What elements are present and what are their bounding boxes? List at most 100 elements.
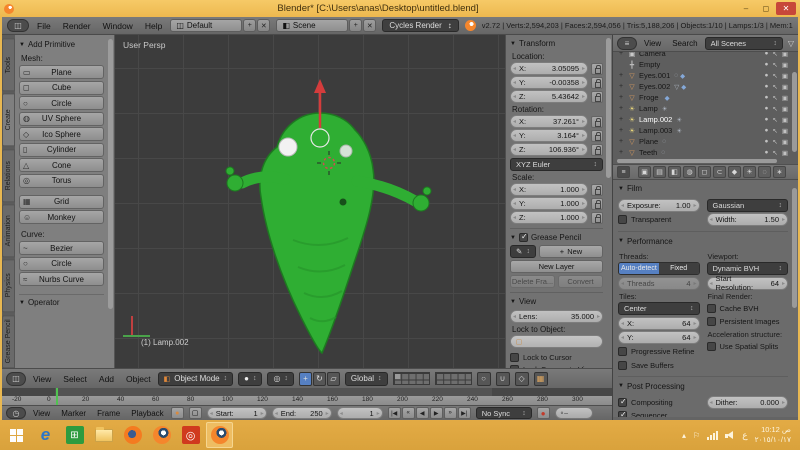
pivot-point-selector[interactable]: ◎↕ [267,372,293,386]
current-frame-field[interactable]: 1 [337,407,383,419]
post-processing-panel-header[interactable]: ▼Post Processing [618,380,788,393]
tile-y-field[interactable]: Y:64 [618,331,700,344]
lock-time-icon[interactable]: ▢ [189,407,202,419]
start-button[interactable] [3,422,30,448]
firefox-icon[interactable] [119,422,146,448]
manipulator-button[interactable]: ↻ [313,372,326,386]
menu-item[interactable]: Window [101,21,135,31]
performance-panel-header[interactable]: ▼Performance [618,235,788,248]
outliner-row[interactable]: ╋ Empty ● ↖ ▣ [617,59,788,70]
render-visibility-icon[interactable]: ▣ [782,105,788,113]
tile-order-selector[interactable]: Center↕ [618,302,700,315]
playback-button[interactable]: » [444,407,457,419]
visibility-eye-icon[interactable]: ● [764,83,768,91]
add-mesh-button[interactable]: ☺Monkey [19,210,104,224]
persistent-images-row[interactable]: Persistent Images [707,316,789,328]
manipulator-button[interactable]: + [299,372,312,386]
file-explorer-icon[interactable] [90,422,117,448]
sequencer-row[interactable]: Sequencer [618,410,700,418]
render-visibility-icon[interactable]: ▣ [782,127,788,135]
mode-selector[interactable]: ◧Object Mode↕ [158,372,233,386]
npanel-scrollbar[interactable] [606,38,611,178]
lock-icon[interactable] [591,144,603,156]
visibility-eye-icon[interactable]: ● [764,149,768,157]
compositing-checkbox[interactable] [618,398,627,407]
display-scope-selector[interactable]: All Scenes↕ [705,37,783,50]
minimize-button[interactable]: – [736,2,756,15]
properties-tab[interactable]: ▤ [653,166,666,178]
menu-item[interactable]: Render [61,21,93,31]
visibility-eye-icon[interactable]: ● [764,61,768,69]
location-field[interactable]: X:3.05095 [510,62,588,75]
spiral-app-icon[interactable]: ◎ [177,422,204,448]
character-body[interactable] [260,113,374,353]
transparent-checkbox[interactable] [618,215,627,224]
add-mesh-button[interactable]: △Cone [19,158,104,172]
visibility-eye-icon[interactable]: ● [764,116,768,124]
lock-icon[interactable] [591,77,603,89]
timeline-menu-item[interactable]: Marker [59,409,88,418]
timeline-menu-item[interactable]: Playback [129,409,165,418]
outliner-row[interactable]: + ▽ Eyes.002 ▽ ◆ ● ↖ ▣ [617,81,788,92]
playback-button[interactable]: « [402,407,415,419]
render-visibility-icon[interactable]: ▣ [782,94,788,102]
transform-panel-header[interactable]: ▼Transform [510,37,603,50]
visibility-eye-icon[interactable]: ● [764,52,768,58]
timeline-ruler[interactable]: -200204060801001201401601802002202402602… [2,396,612,405]
editor-type-icon[interactable]: ◫ [7,19,29,32]
toolshelf-tab[interactable]: Grease Pencil [2,315,15,368]
selectability-arrow-icon[interactable]: ↖ [772,61,777,69]
progressive-refine-row[interactable]: Progressive Refine [618,346,700,358]
add-mesh-button[interactable]: ▦Grid [19,195,104,209]
properties-tab[interactable]: ◧ [668,166,681,178]
object-name[interactable]: Camera [639,52,666,58]
left-hand[interactable] [227,175,243,191]
auto-detect-button[interactable]: Auto-detect [619,263,659,274]
object-name[interactable]: Teeth [639,148,657,157]
blender-active-taskbar-icon[interactable] [206,422,233,448]
toolshelf-tab[interactable]: Tools [2,38,15,91]
properties-editor-icon[interactable]: ≡ [617,166,630,178]
selectability-arrow-icon[interactable]: ↖ [772,72,777,80]
delete-layout-button[interactable]: ✕ [257,19,270,32]
timeline-editor-icon[interactable]: ◷ [6,407,26,419]
right-hand[interactable] [413,195,429,211]
outliner-row[interactable]: + ▽ Froge ◆ ● ↖ ▣ [617,92,788,103]
lock-to-cursor-row[interactable]: Lock to Cursor [510,351,603,363]
draw-mode-selector[interactable]: ✎↕ [510,245,536,258]
cache-bvh-checkbox[interactable] [707,304,716,313]
blender-taskbar-icon[interactable] [148,422,175,448]
layers-grid-right[interactable] [435,372,472,385]
network-icon[interactable] [707,431,718,440]
rotation-field[interactable]: Z:106.936° [510,143,588,156]
grease-pencil-checkbox[interactable] [519,233,528,242]
properties-tab[interactable]: ⊂ [713,166,726,178]
3d-viewport[interactable]: User Persp (1) [115,35,505,368]
render-visibility-icon[interactable]: ▣ [782,61,788,69]
threads-mode-toggle[interactable]: Auto-detect Fixed [618,262,700,275]
playback-button[interactable]: ▶| [458,407,471,419]
properties-scrollbar[interactable] [792,188,797,308]
playback-button[interactable]: ◀ [416,407,429,419]
film-panel-header[interactable]: ▼Film [618,182,788,195]
maximize-button[interactable]: ◻ [756,2,776,15]
viewport-shading-selector[interactable]: ●↕ [238,372,262,386]
preview-range-icon[interactable]: ● [171,407,184,419]
keying-set-field[interactable]: ∘– [555,407,593,419]
screen-layout-selector[interactable]: ◫Default [170,19,242,32]
filter-type-selector[interactable]: Gaussian↕ [707,199,789,212]
lock-object-field[interactable]: ◻ [510,335,603,348]
properties-tab[interactable]: ☀ [743,166,756,178]
render-visibility-icon[interactable]: ▣ [782,52,788,58]
expand-icon[interactable]: + [617,127,625,134]
add-mesh-button[interactable]: ▯Cylinder [19,143,104,157]
tray-expand-icon[interactable]: ▴ [682,431,686,440]
object-name[interactable]: Froge [639,93,659,102]
rotation-mode-selector[interactable]: XYZ Euler↕ [510,158,603,171]
3d-view-menu-item[interactable]: Select [61,374,89,384]
properties-tab[interactable]: ◻ [698,166,711,178]
outliner-row[interactable]: + ▽ Teeth ◌ ● ↖ ▣ [617,147,788,158]
object-name[interactable]: Eyes.002 [639,82,670,91]
scale-field[interactable]: Z:1.000 [510,211,588,224]
outliner-row[interactable]: + ☀ Lamp ☀ ● ↖ ▣ [617,103,788,114]
